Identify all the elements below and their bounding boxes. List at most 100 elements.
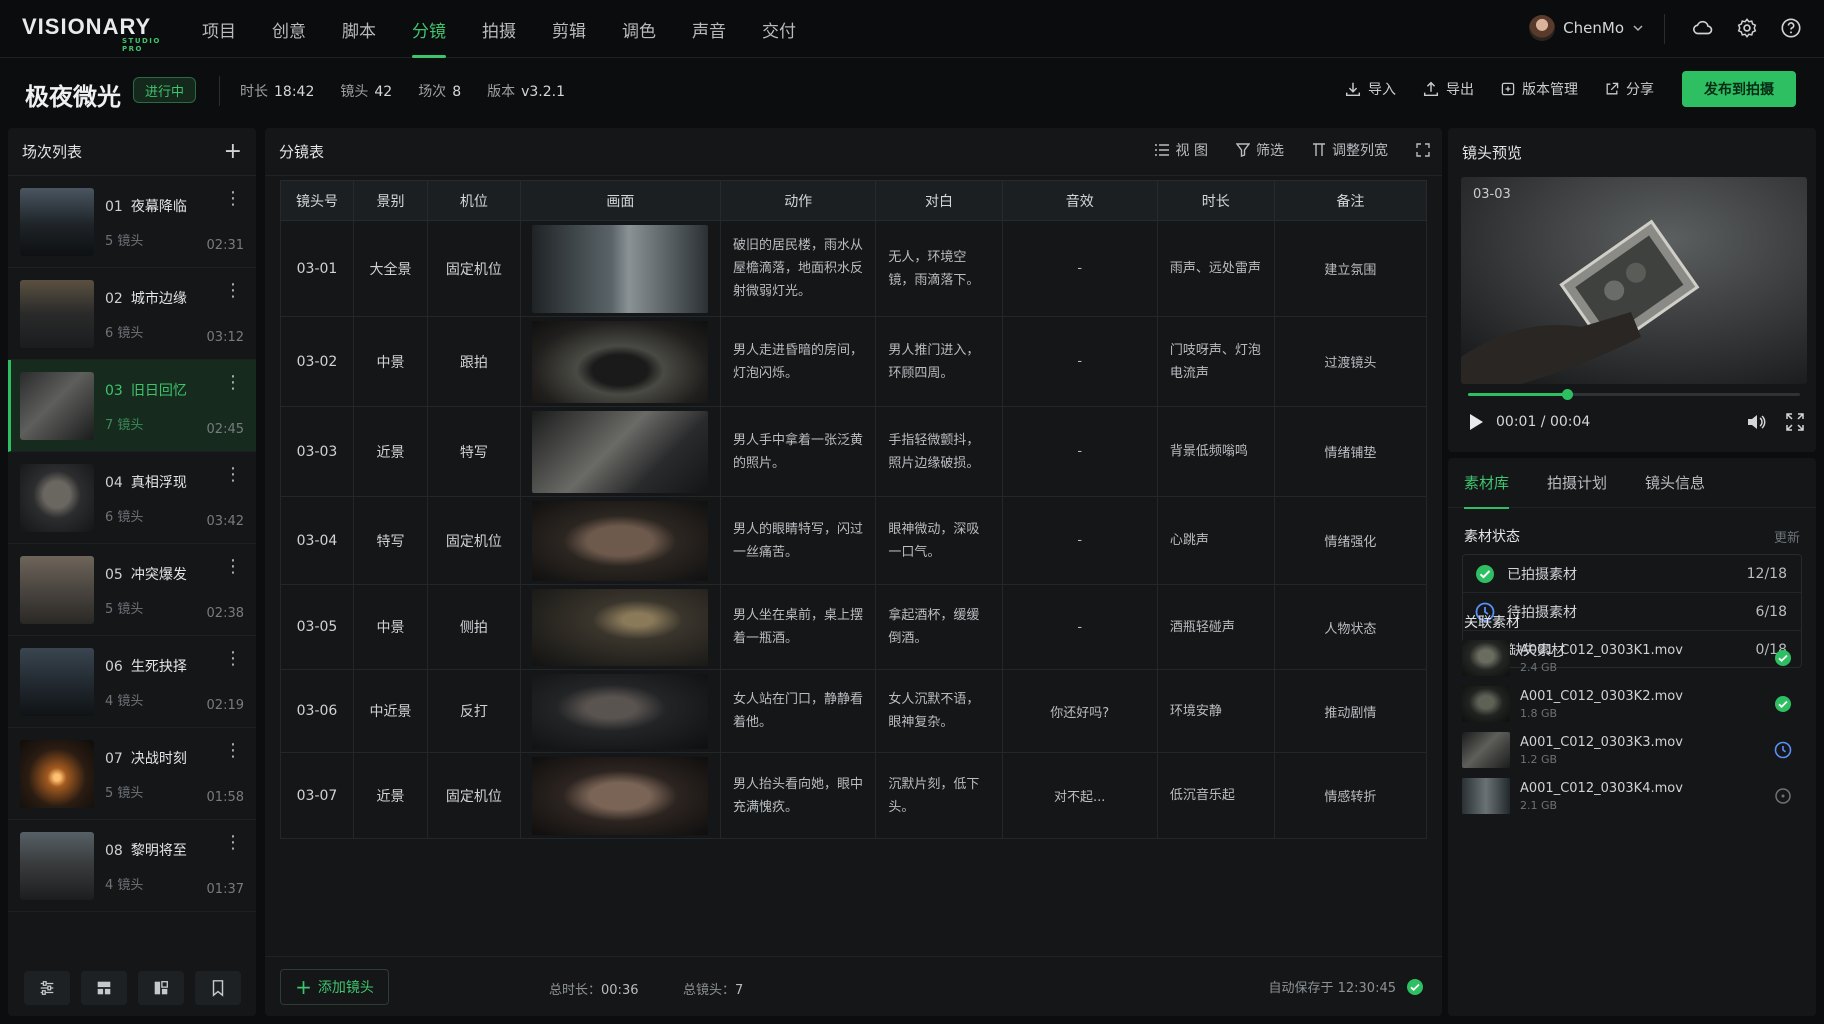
progress-handle[interactable] <box>1561 389 1573 400</box>
nav-item-ideas[interactable]: 创意 <box>254 0 324 58</box>
sound-text: 低沉音乐起 <box>1156 752 1275 839</box>
play-icon[interactable] <box>1468 413 1484 431</box>
scene-item[interactable]: 05 冲突爆发 5 镜头 ⋮ 02:38 <box>8 544 256 636</box>
publish-button[interactable]: 发布到拍摄 <box>1682 71 1796 107</box>
frame-image[interactable] <box>532 673 709 749</box>
table-row[interactable]: 03-03 近景 特写 男人手中拿着一张泛黄的照片。 手指轻微颤抖，照片边缘破损… <box>280 406 1428 497</box>
more-icon[interactable]: ⋮ <box>224 834 242 852</box>
scene-item[interactable]: 01 夜幕降临 5 镜头 ⋮ 02:31 <box>8 176 256 268</box>
note-text: 过渡镜头 <box>1273 316 1428 407</box>
nav-item-edit[interactable]: 剪辑 <box>534 0 604 58</box>
tab-library[interactable]: 素材库 <box>1464 458 1510 509</box>
table-row[interactable]: 03-06 中近景 反打 女人站在门口，静静看着他。 女人沉默不语，眼神复杂。 … <box>280 669 1428 753</box>
more-icon[interactable]: ⋮ <box>224 190 242 208</box>
tab-shoot-plan[interactable]: 拍摄计划 <box>1547 458 1607 508</box>
asset-file[interactable]: A001_C012_0303K4.mov 2.1 GB <box>1462 776 1802 816</box>
column-header[interactable]: 时长 <box>1156 180 1275 221</box>
logo[interactable]: VISIONARY STUDIO PRO <box>22 16 182 54</box>
frame-image[interactable] <box>532 500 709 581</box>
sliders-icon[interactable] <box>23 971 70 1005</box>
gear-icon[interactable] <box>1734 15 1760 41</box>
table-row[interactable]: 03-07 近景 固定机位 男人抬头看向她，眼中充满愧疚。 沉默片刻，低下头。 … <box>280 752 1428 839</box>
asset-file[interactable]: A001_C012_0303K1.mov 2.4 GB <box>1462 638 1802 678</box>
frame-image[interactable] <box>532 588 709 666</box>
meta-scenes: 场次 8 <box>418 84 462 100</box>
frame-image[interactable] <box>532 756 709 835</box>
resize-columns-button[interactable]: 调整列宽 <box>1312 140 1388 160</box>
table-row[interactable]: 03-04 特写 固定机位 男人的眼睛特写，闪过一丝痛苦。 眼神微动，深吸一口气… <box>280 496 1428 585</box>
playback-progress[interactable] <box>1468 389 1800 400</box>
volume-icon[interactable] <box>1746 413 1766 431</box>
frame-cell <box>519 752 722 839</box>
storyboard-footer: + 添加镜头 总时长：00:36 总镜头：7 自动保存于 12:30:45 <box>265 956 1442 1016</box>
scene-item[interactable]: 08 黎明将至 4 镜头 ⋮ 01:37 <box>8 820 256 912</box>
bookmark-icon[interactable] <box>194 971 241 1005</box>
more-icon[interactable]: ⋮ <box>224 650 242 668</box>
storyboard-tools: 视 图 筛选 调整列宽 <box>1154 140 1430 160</box>
nav-item-deliver[interactable]: 交付 <box>744 0 814 58</box>
more-icon[interactable]: ⋮ <box>224 466 242 484</box>
nav-item-shoot[interactable]: 拍摄 <box>464 0 534 58</box>
table-body: 03-01 大全景 固定机位 破旧的居民楼，雨水从屋檐滴落，地面积水反射微弱灯光… <box>280 220 1428 839</box>
refresh-link[interactable]: 更新 <box>1774 527 1800 546</box>
more-icon[interactable]: ⋮ <box>224 282 242 300</box>
fullscreen-icon[interactable] <box>1416 143 1430 157</box>
scene-item[interactable]: 07 决战时刻 5 镜头 ⋮ 01:58 <box>8 728 256 820</box>
view-button[interactable]: 视 图 <box>1154 140 1208 160</box>
columns-layout-icon[interactable] <box>137 971 184 1005</box>
user-menu[interactable]: ChenMo <box>1529 15 1644 41</box>
note-text: 推动剧情 <box>1273 669 1428 753</box>
nav-item-projects[interactable]: 项目 <box>184 0 254 58</box>
column-header[interactable]: 镜头号 <box>280 180 354 221</box>
scene-item[interactable]: 04 真相浮现 6 镜头 ⋮ 03:42 <box>8 452 256 544</box>
scene-item[interactable]: 06 生死抉择 4 镜头 ⋮ 02:19 <box>8 636 256 728</box>
grid-layout-icon[interactable] <box>80 971 127 1005</box>
nav-item-sound[interactable]: 声音 <box>674 0 744 58</box>
video-player[interactable]: 03-03 <box>1461 177 1807 384</box>
dialog-text: 男人推门进入，环顾四周。 <box>875 316 1003 407</box>
column-header[interactable]: 对白 <box>875 180 1003 221</box>
help-icon[interactable] <box>1778 15 1804 41</box>
add-shot-button[interactable]: + 添加镜头 <box>280 969 389 1005</box>
line-text: - <box>1001 406 1158 497</box>
tab-shot-info[interactable]: 镜头信息 <box>1645 458 1705 508</box>
table-row[interactable]: 03-01 大全景 固定机位 破旧的居民楼，雨水从屋檐滴落，地面积水反射微弱灯光… <box>280 220 1428 317</box>
fullscreen-icon[interactable] <box>1786 413 1804 431</box>
scene-item[interactable]: 03 旧日回忆 7 镜头 ⋮ 02:45 <box>8 360 256 452</box>
share-button[interactable]: 分享 <box>1604 79 1654 99</box>
divider <box>219 76 220 106</box>
scene-thumbnail <box>20 188 94 256</box>
scene-item[interactable]: 02 城市边缘 6 镜头 ⋮ 03:12 <box>8 268 256 360</box>
table-row[interactable]: 03-02 中景 跟拍 男人走进昏暗的房间，灯泡闪烁。 男人推门进入，环顾四周。… <box>280 316 1428 407</box>
project-actions: 导入 导出 版本管理 分享 发布到拍摄 <box>1344 71 1796 107</box>
line-text: - <box>1001 220 1158 317</box>
version-manage-button[interactable]: 版本管理 <box>1500 79 1578 99</box>
nav-item-storyboard[interactable]: 分镜 <box>394 0 464 58</box>
frame-image[interactable] <box>532 320 709 403</box>
column-header[interactable]: 动作 <box>720 180 877 221</box>
dialog-text: 眼神微动，深吸一口气。 <box>875 496 1003 585</box>
export-button[interactable]: 导出 <box>1422 79 1474 99</box>
action-text: 男人的眼睛特写，闪过一丝痛苦。 <box>720 496 877 585</box>
asset-file[interactable]: A001_C012_0303K3.mov 1.2 GB <box>1462 730 1802 770</box>
column-header[interactable]: 画面 <box>519 180 722 221</box>
column-header[interactable]: 音效 <box>1001 180 1158 221</box>
import-button[interactable]: 导入 <box>1344 79 1396 99</box>
nav-item-color[interactable]: 调色 <box>604 0 674 58</box>
more-icon[interactable]: ⋮ <box>224 558 242 576</box>
column-header[interactable]: 机位 <box>427 180 521 221</box>
table-row[interactable]: 03-05 中景 侧拍 男人坐在桌前，桌上摆着一瓶酒。 拿起酒杯，缓缓倒酒。 -… <box>280 584 1428 670</box>
frame-image[interactable] <box>532 224 709 313</box>
column-header[interactable]: 备注 <box>1273 180 1428 221</box>
asset-file[interactable]: A001_C012_0303K2.mov 1.8 GB <box>1462 684 1802 724</box>
cloud-icon[interactable] <box>1690 15 1716 41</box>
column-header[interactable]: 景别 <box>352 180 429 221</box>
more-icon[interactable]: ⋮ <box>224 374 242 392</box>
filter-button[interactable]: 筛选 <box>1236 140 1284 160</box>
scene-duration: 03:42 <box>206 514 244 529</box>
more-icon[interactable]: ⋮ <box>224 742 242 760</box>
nav-item-script[interactable]: 脚本 <box>324 0 394 58</box>
add-scene-icon[interactable]: + <box>224 140 242 162</box>
scene-duration: 01:37 <box>206 882 244 897</box>
frame-image[interactable] <box>532 410 709 493</box>
